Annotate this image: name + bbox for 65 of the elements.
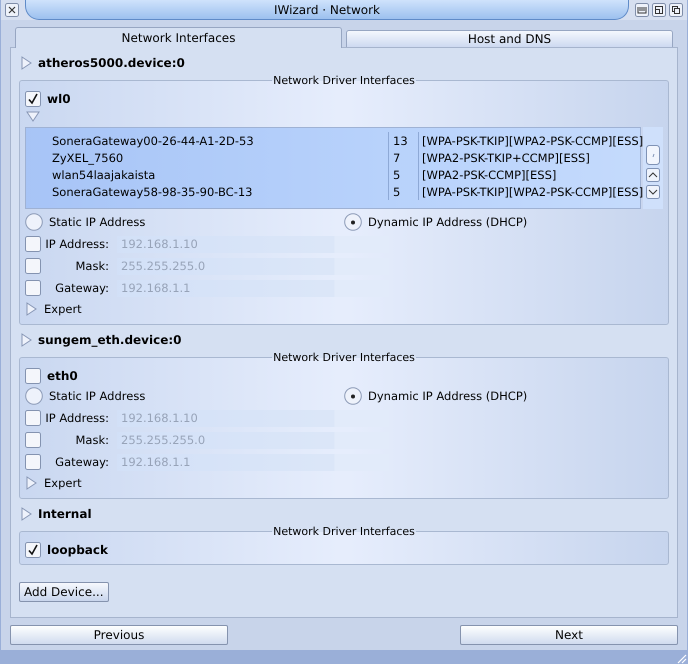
expand-arrow-icon[interactable] — [21, 333, 32, 347]
checkbox[interactable] — [25, 368, 41, 384]
device-name: atheros5000.device:0 — [38, 56, 185, 70]
group-title: Network Driver Interfaces — [272, 351, 416, 364]
security-flags: [WPA2-PSK-CCMP][ESS] — [418, 166, 640, 183]
channel-cell: 7 — [388, 149, 418, 166]
scrollbar[interactable] — [643, 127, 663, 209]
radio-button[interactable] — [344, 387, 362, 405]
checkbox[interactable] — [25, 542, 41, 558]
interface-name: loopback — [47, 543, 108, 557]
expand-arrow-icon[interactable] — [26, 302, 37, 316]
expander-label[interactable]: Expert — [44, 302, 82, 316]
tab[interactable]: Host and DNS — [346, 30, 673, 47]
channel-cell: 5 — [388, 183, 418, 200]
network-row[interactable]: SoneraGateway58-98-35-90-BC-13 5 [WPA-PSK-TKIP][WPA2-PSK-CCMP][ESS] — [26, 183, 640, 200]
checkbox[interactable] — [25, 91, 41, 107]
field-label: Mask: — [76, 433, 109, 447]
field-label: Mask: — [76, 259, 109, 273]
field-label: IP Address: — [45, 411, 109, 425]
channel-cell: 5 — [388, 166, 418, 183]
field-label: Gateway: — [55, 281, 109, 295]
radio-button[interactable] — [344, 213, 362, 231]
scroll-down-icon[interactable] — [646, 185, 660, 199]
network-list-arrow-icon[interactable] — [26, 110, 40, 122]
zoom-icon[interactable] — [652, 3, 666, 17]
interface-name: wl0 — [47, 92, 71, 106]
close-icon[interactable] — [5, 3, 19, 17]
network-name: wlan54laajakaista — [51, 166, 156, 183]
radio-button[interactable] — [25, 387, 43, 405]
next-button[interactable]: Next — [460, 625, 678, 645]
network-name: SoneraGateway58-98-35-90-BC-13 — [51, 184, 254, 200]
interface-name: eth0 — [47, 369, 78, 383]
device-name: Internal — [38, 507, 92, 521]
expander-label[interactable]: Expert — [44, 476, 82, 490]
scrollbar-thumb[interactable] — [646, 145, 660, 165]
radio-label: Static IP Address — [49, 215, 146, 229]
channel-cell: 13 — [388, 132, 418, 149]
radio-button[interactable] — [25, 213, 43, 231]
security-flags: [WPA-PSK-TKIP][WPA2-PSK-CCMP][ESS] — [418, 183, 640, 200]
add-device-button[interactable]: Add Device... — [19, 582, 109, 602]
radio-label: Dynamic IP Address (DHCP) — [368, 389, 528, 403]
group-title: Network Driver Interfaces — [272, 525, 416, 538]
network-name: ZyXEL_7560 — [51, 150, 124, 166]
expand-arrow-icon[interactable] — [26, 476, 37, 490]
radio-label: Static IP Address — [49, 389, 146, 403]
radio-label: Dynamic IP Address (DHCP) — [368, 215, 528, 229]
network-row[interactable]: ZyXEL_7560 7 [WPA2-PSK-TKIP+CCMP][ESS] — [26, 149, 640, 166]
field-label: IP Address: — [45, 237, 109, 251]
expand-arrow-icon[interactable] — [21, 56, 32, 70]
tab[interactable]: Network Interfaces — [15, 27, 342, 48]
network-name: SoneraGateway00-26-44-A1-2D-53 — [51, 132, 255, 149]
security-flags: [WPA-PSK-TKIP][WPA2-PSK-CCMP][ESS] — [418, 132, 640, 149]
security-flags: [WPA2-PSK-TKIP+CCMP][ESS] — [418, 149, 640, 166]
device-name: sungem_eth.device:0 — [38, 333, 182, 347]
scroll-up-icon[interactable] — [646, 168, 660, 182]
group-title: Network Driver Interfaces — [272, 74, 416, 87]
field-label: Gateway: — [55, 455, 109, 469]
network-row[interactable]: wlan54laajakaista 5 [WPA2-PSK-CCMP][ESS] — [26, 166, 640, 183]
iconify-icon[interactable] — [635, 3, 649, 17]
resize-grip-icon[interactable] — [677, 654, 687, 664]
network-row[interactable]: SoneraGateway00-26-44-A1-2D-53 13 [WPA-PSK-TKIP][WPA2-PSK-CCMP][ESS] — [26, 132, 640, 149]
expand-arrow-icon[interactable] — [21, 507, 32, 521]
previous-button[interactable]: Previous — [10, 625, 228, 645]
window-title: IWizard · Network — [25, 0, 629, 20]
depth-icon[interactable] — [669, 3, 683, 17]
